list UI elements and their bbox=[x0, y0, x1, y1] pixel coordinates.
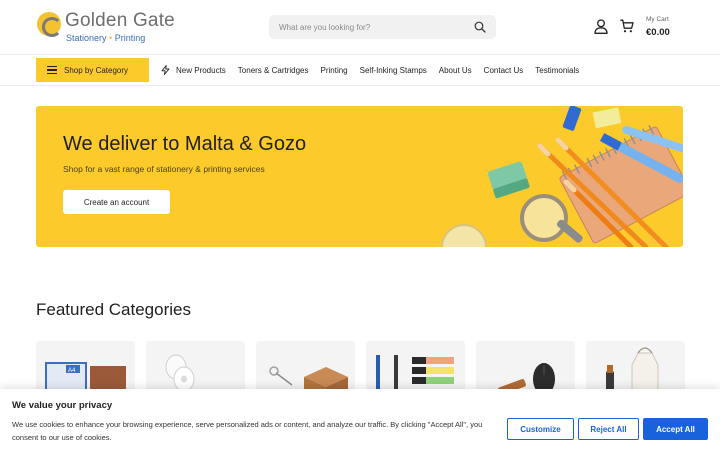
logo-tagline: Stationery • Printing bbox=[66, 34, 175, 43]
cookie-title: We value your privacy bbox=[12, 400, 113, 411]
accept-all-button[interactable]: Accept All bbox=[643, 418, 708, 440]
hero-subtitle: Shop for a vast range of stationery & pr… bbox=[63, 164, 265, 174]
cookie-description: We use cookies to enhance your browsing … bbox=[12, 420, 483, 442]
logo-tag-left: Stationery bbox=[66, 33, 107, 43]
shop-by-category-label: Shop by Category bbox=[64, 65, 129, 75]
nav-divider bbox=[0, 85, 720, 86]
logo[interactable]: Golden Gate Stationery • Printing bbox=[37, 11, 175, 43]
cookie-consent-banner: We value your privacy We use cookies to … bbox=[0, 389, 720, 450]
nav-self-inking-stamps[interactable]: Self-Inking Stamps bbox=[360, 66, 427, 75]
search-input[interactable] bbox=[279, 22, 459, 32]
logo-tag-right: Printing bbox=[114, 33, 146, 43]
nav-links: New Products Toners & Cartridges Printin… bbox=[161, 65, 591, 75]
customize-button[interactable]: Customize bbox=[507, 418, 574, 440]
page: Golden Gate Stationery • Printing What a… bbox=[0, 0, 720, 450]
hero-banner: We deliver to Malta & Gozo Shop for a va… bbox=[36, 106, 683, 247]
lightning-icon bbox=[161, 65, 170, 75]
nav-new-products[interactable]: New Products bbox=[176, 66, 226, 75]
logo-tag-dot: • bbox=[109, 33, 113, 43]
stationery-illustration bbox=[441, 106, 683, 247]
nav-toners-cartridges[interactable]: Toners & Cartridges bbox=[238, 66, 309, 75]
nav-about-us[interactable]: About Us bbox=[439, 66, 472, 75]
logo-text: Golden Gate Stationery • Printing bbox=[65, 11, 175, 43]
cart-summary[interactable]: My Cart €0.00 bbox=[646, 16, 670, 38]
featured-categories-title: Featured Categories bbox=[36, 300, 191, 319]
cart-label: My Cart bbox=[646, 16, 669, 23]
cart-icon[interactable] bbox=[620, 19, 634, 33]
hero-title: We deliver to Malta & Gozo bbox=[63, 133, 307, 155]
logo-mark-icon bbox=[37, 12, 62, 37]
user-account-icon[interactable] bbox=[594, 19, 608, 34]
reject-all-button[interactable]: Reject All bbox=[578, 418, 639, 440]
hamburger-icon bbox=[47, 66, 57, 74]
nav-testimonials[interactable]: Testimonials bbox=[535, 66, 579, 75]
nav-contact-us[interactable]: Contact Us bbox=[484, 66, 524, 75]
search-icon[interactable] bbox=[474, 21, 486, 33]
main-nav: Shop by Category New Products Toners & C… bbox=[0, 55, 720, 85]
cart-total: €0.00 bbox=[646, 26, 670, 38]
logo-name: Golden Gate bbox=[65, 10, 175, 31]
create-account-button[interactable]: Create an account bbox=[63, 190, 170, 214]
shop-by-category-button[interactable]: Shop by Category bbox=[36, 58, 149, 82]
nav-printing[interactable]: Printing bbox=[321, 66, 348, 75]
a4-label: A4 bbox=[68, 368, 76, 374]
search-bar bbox=[269, 15, 496, 39]
site-header: Golden Gate Stationery • Printing What a… bbox=[0, 0, 720, 54]
